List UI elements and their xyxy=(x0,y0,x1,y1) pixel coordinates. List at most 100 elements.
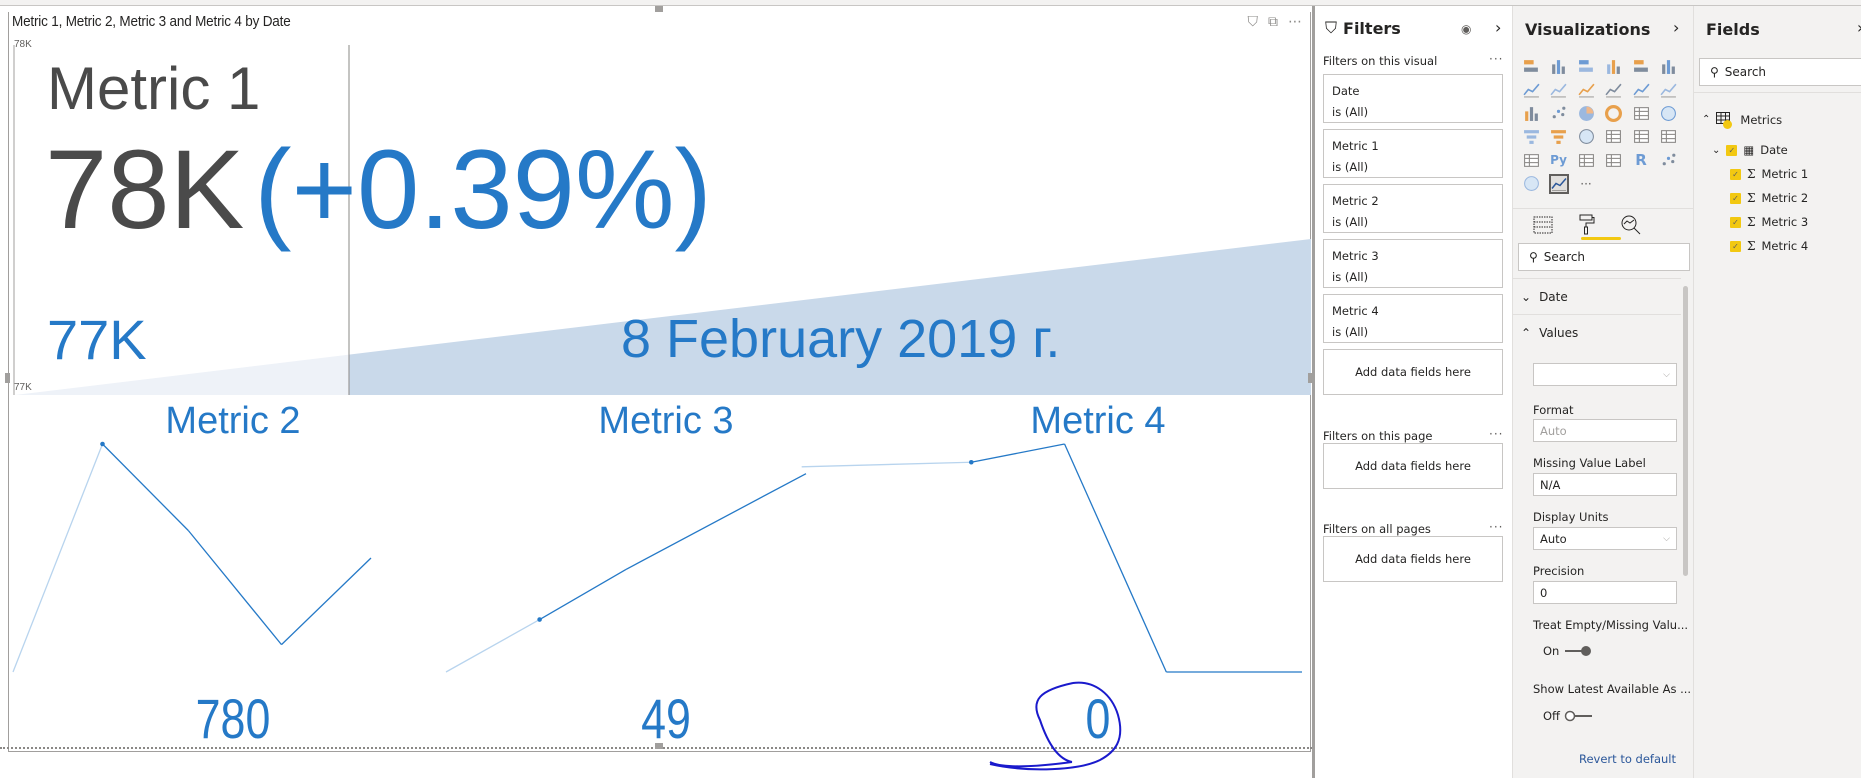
arcgis-icon[interactable] xyxy=(1521,174,1541,194)
field-name: Date xyxy=(1760,143,1788,157)
donut-icon[interactable] xyxy=(1604,103,1624,123)
more-options-all-pages-filters[interactable]: ··· xyxy=(1489,520,1503,534)
clustered-bar-icon[interactable] xyxy=(1576,56,1596,76)
filter-funnel-icon: ⛉ xyxy=(1325,18,1338,37)
treemap-icon[interactable] xyxy=(1631,103,1651,123)
display-units-dropdown[interactable]: Auto ⌵ xyxy=(1533,527,1677,550)
filter-field: Metric 2 xyxy=(1332,194,1379,208)
add-fields-all-pages[interactable]: Add data fields here xyxy=(1323,536,1503,582)
section-values[interactable]: ⌃ Values xyxy=(1513,314,1681,350)
resize-handle-left[interactable] xyxy=(5,373,10,383)
format-input[interactable]: Auto xyxy=(1533,419,1677,442)
section-date[interactable]: ⌄ Date xyxy=(1513,278,1681,314)
matrix-icon[interactable] xyxy=(1604,150,1624,170)
filter-card-metric1[interactable]: Metric 1 is (All) xyxy=(1323,129,1503,178)
field-item-metric2[interactable]: ✓ Σ Metric 2 xyxy=(1730,191,1808,205)
more-icon[interactable]: ··· xyxy=(1576,174,1596,194)
python-icon[interactable]: Py xyxy=(1549,150,1569,170)
metric2-segment xyxy=(281,557,372,646)
checkbox-checked-icon[interactable]: ✓ xyxy=(1730,240,1741,252)
resize-handle-bottom[interactable] xyxy=(655,743,663,749)
collapse-filters-chevron-icon[interactable]: › xyxy=(1495,18,1501,37)
field-item-metric1[interactable]: ✓ Σ Metric 1 xyxy=(1730,167,1808,181)
collapse-fields-chevron-icon[interactable]: › xyxy=(1857,18,1861,37)
sparkline-custom-icon[interactable] xyxy=(1548,173,1569,194)
filter-card-date[interactable]: Date is (All) xyxy=(1323,74,1503,123)
filter-field: Metric 1 xyxy=(1332,139,1379,153)
field-item-metric4[interactable]: ✓ Σ Metric 4 xyxy=(1730,239,1808,253)
precision-input[interactable]: 0 xyxy=(1533,581,1677,604)
calendar-icon: ▦ xyxy=(1743,143,1755,157)
fields-pane: Fields › ⚲ Search ⌃ Metrics ⌄ ✓ ▦ Date ✓… xyxy=(1693,6,1861,778)
fields-search-input[interactable]: ⚲ Search xyxy=(1699,58,1861,86)
add-fields-visual[interactable]: Add data fields here xyxy=(1323,349,1503,395)
filter-condition: is (All) xyxy=(1332,325,1369,339)
checkbox-checked-icon[interactable]: ✓ xyxy=(1726,144,1738,156)
add-fields-page[interactable]: Add data fields here xyxy=(1323,443,1503,489)
filter-card-metric4[interactable]: Metric 4 is (All) xyxy=(1323,294,1503,343)
slicer-icon[interactable] xyxy=(1521,150,1541,170)
clustered-column-icon[interactable] xyxy=(1604,56,1624,76)
kpi-icon[interactable] xyxy=(1659,127,1679,147)
resize-handle-top[interactable] xyxy=(655,6,663,12)
field-table-metrics[interactable]: ⌃ Metrics xyxy=(1702,112,1782,129)
search-icon: ⚲ xyxy=(1710,65,1719,79)
revert-to-default-link[interactable]: Revert to default xyxy=(1579,752,1676,766)
collapse-visualizations-chevron-icon[interactable]: › xyxy=(1673,18,1679,37)
100-stacked-bar-icon[interactable] xyxy=(1631,56,1651,76)
stacked-area-icon[interactable] xyxy=(1576,80,1596,100)
more-options-page-filters[interactable]: ··· xyxy=(1489,427,1503,441)
ribbon-icon[interactable] xyxy=(1659,80,1679,100)
funnel-icon[interactable] xyxy=(1549,127,1569,147)
map-icon[interactable] xyxy=(1659,103,1679,123)
checkbox-checked-icon[interactable]: ✓ xyxy=(1730,168,1741,180)
checkbox-checked-icon[interactable]: ✓ xyxy=(1730,216,1741,228)
line-clustered-column-icon[interactable] xyxy=(1631,80,1651,100)
multi-row-card-icon[interactable] xyxy=(1631,127,1651,147)
field-item-metric3[interactable]: ✓ Σ Metric 3 xyxy=(1730,215,1808,229)
toggle-off-icon xyxy=(1564,710,1592,722)
100-stacked-column-icon[interactable] xyxy=(1659,56,1679,76)
kpi-sparkline-visual[interactable]: Metric 1, Metric 2, Metric 3 and Metric … xyxy=(8,12,1311,752)
values-field-dropdown[interactable]: ⌵ xyxy=(1533,363,1677,386)
stacked-bar-icon[interactable] xyxy=(1521,56,1541,76)
missing-value-input[interactable]: N/A xyxy=(1533,473,1677,496)
filters-title: Filters xyxy=(1343,18,1401,38)
field-item-date[interactable]: ⌄ ✓ ▦ Date xyxy=(1712,143,1788,157)
format-search-input[interactable]: ⚲ Search xyxy=(1518,243,1690,271)
format-paint-roller-icon[interactable] xyxy=(1575,213,1599,237)
metric2-segment xyxy=(187,530,283,646)
filter-condition: is (All) xyxy=(1332,270,1369,284)
table-icon[interactable] xyxy=(1576,150,1596,170)
filter-field: Metric 4 xyxy=(1332,304,1379,318)
gauge-icon[interactable] xyxy=(1576,127,1596,147)
pie-icon[interactable] xyxy=(1576,103,1596,123)
scatter-icon[interactable] xyxy=(1549,103,1569,123)
treat-empty-toggle[interactable]: On xyxy=(1543,644,1593,658)
filter-card-metric3[interactable]: Metric 3 is (All) xyxy=(1323,239,1503,288)
stacked-column-icon[interactable] xyxy=(1549,56,1569,76)
format-label: Format xyxy=(1533,403,1574,417)
area-icon[interactable] xyxy=(1549,80,1569,100)
more-options-visual-filters[interactable]: ··· xyxy=(1489,52,1503,66)
chevron-up-icon: ⌃ xyxy=(1521,325,1532,340)
r-script-icon[interactable]: R xyxy=(1631,150,1651,170)
line-icon[interactable] xyxy=(1521,80,1541,100)
format-pane-scrollbar[interactable] xyxy=(1683,286,1688,576)
card-icon[interactable] xyxy=(1604,127,1624,147)
filters-header: ⛉ Filters xyxy=(1325,18,1401,38)
chevron-down-icon: ⌄ xyxy=(1712,144,1721,156)
show-latest-toggle[interactable]: Off xyxy=(1543,709,1594,723)
checkbox-checked-icon[interactable]: ✓ xyxy=(1730,192,1741,204)
key-influencers-icon[interactable] xyxy=(1659,150,1679,170)
filter-card-metric2[interactable]: Metric 2 is (All) xyxy=(1323,184,1503,233)
analytics-magnifier-icon[interactable] xyxy=(1619,213,1643,237)
filter-condition: is (All) xyxy=(1332,160,1369,174)
filled-map-icon[interactable] xyxy=(1521,127,1541,147)
line-stacked-column-icon[interactable] xyxy=(1604,80,1624,100)
eye-icon[interactable]: ◉ xyxy=(1461,22,1471,36)
fields-tab-icon[interactable] xyxy=(1531,213,1555,237)
waterfall-icon[interactable] xyxy=(1521,103,1541,123)
treat-empty-label: Treat Empty/Missing Valu... xyxy=(1533,618,1689,632)
viz-pane-tabs xyxy=(1531,213,1643,237)
